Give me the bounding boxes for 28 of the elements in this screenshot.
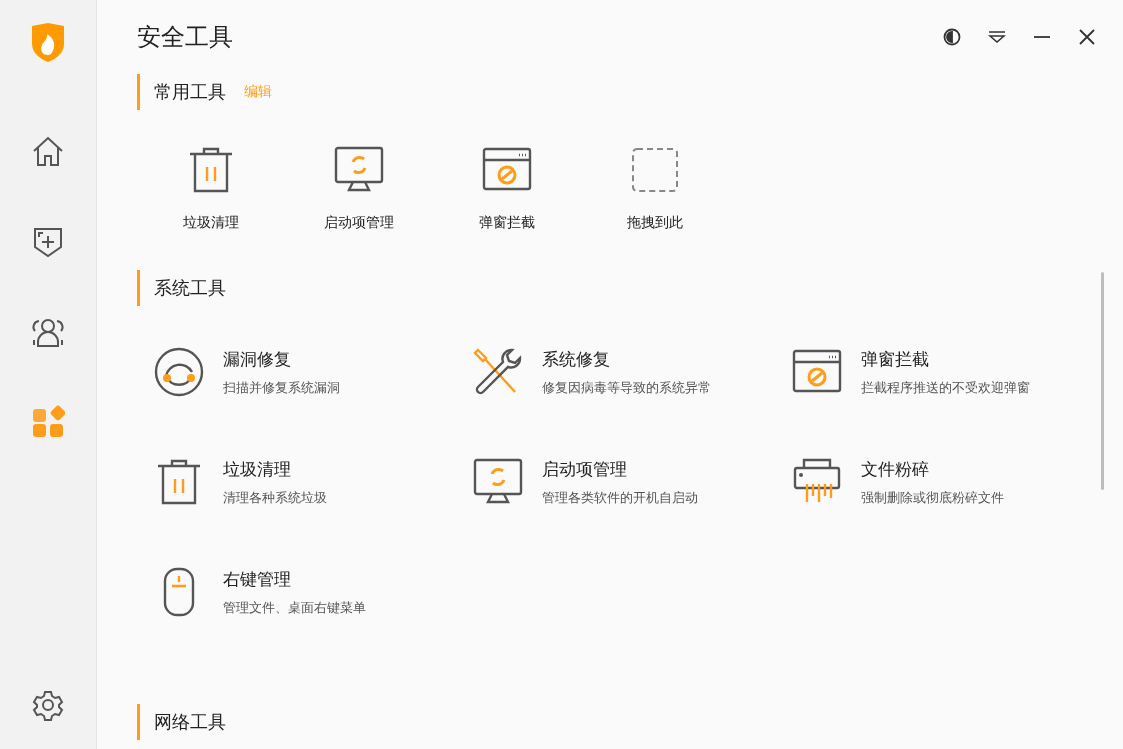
window-title: 安全工具: [137, 22, 234, 53]
tool-description: 清理各种系统垃圾: [223, 489, 327, 507]
shield-plus-icon[interactable]: [31, 225, 65, 259]
tool-name[interactable]: 右键管理: [223, 568, 366, 591]
scrollbar[interactable]: [1101, 272, 1104, 490]
settings-icon[interactable]: [32, 689, 64, 721]
tool-name[interactable]: 文件粉碎: [861, 458, 1004, 481]
circle-arrows-icon: [153, 346, 205, 398]
tool-label[interactable]: 启动项管理: [324, 214, 394, 232]
tool-name[interactable]: 系统修复: [542, 348, 711, 371]
tool-description: 管理文件、桌面右键菜单: [223, 599, 366, 617]
tool-label[interactable]: 垃圾清理: [183, 214, 239, 232]
tool-label[interactable]: 拖拽到此: [627, 214, 683, 232]
tool-description: 修复因病毒等导致的系统异常: [542, 379, 711, 397]
section-title: 网络工具: [154, 710, 226, 734]
tool-description: 拦截程序推送的不受欢迎弹窗: [861, 379, 1030, 397]
tool-description: 扫描并修复系统漏洞: [223, 379, 340, 397]
tool-name[interactable]: 垃圾清理: [223, 458, 327, 481]
home-icon[interactable]: [31, 135, 65, 169]
section-title: 系统工具: [154, 276, 226, 300]
flame-shield-logo: [30, 22, 66, 62]
tool-name[interactable]: 漏洞修复: [223, 348, 340, 371]
section-title: 常用工具: [154, 80, 226, 104]
tool-name[interactable]: 启动项管理: [542, 458, 698, 481]
tool-label[interactable]: 弹窗拦截: [479, 214, 535, 232]
tool-name[interactable]: 弹窗拦截: [861, 348, 1030, 371]
tool-description: 管理各类软件的开机自启动: [542, 489, 698, 507]
tool-description: 强制删除或彻底粉碎文件: [861, 489, 1004, 507]
